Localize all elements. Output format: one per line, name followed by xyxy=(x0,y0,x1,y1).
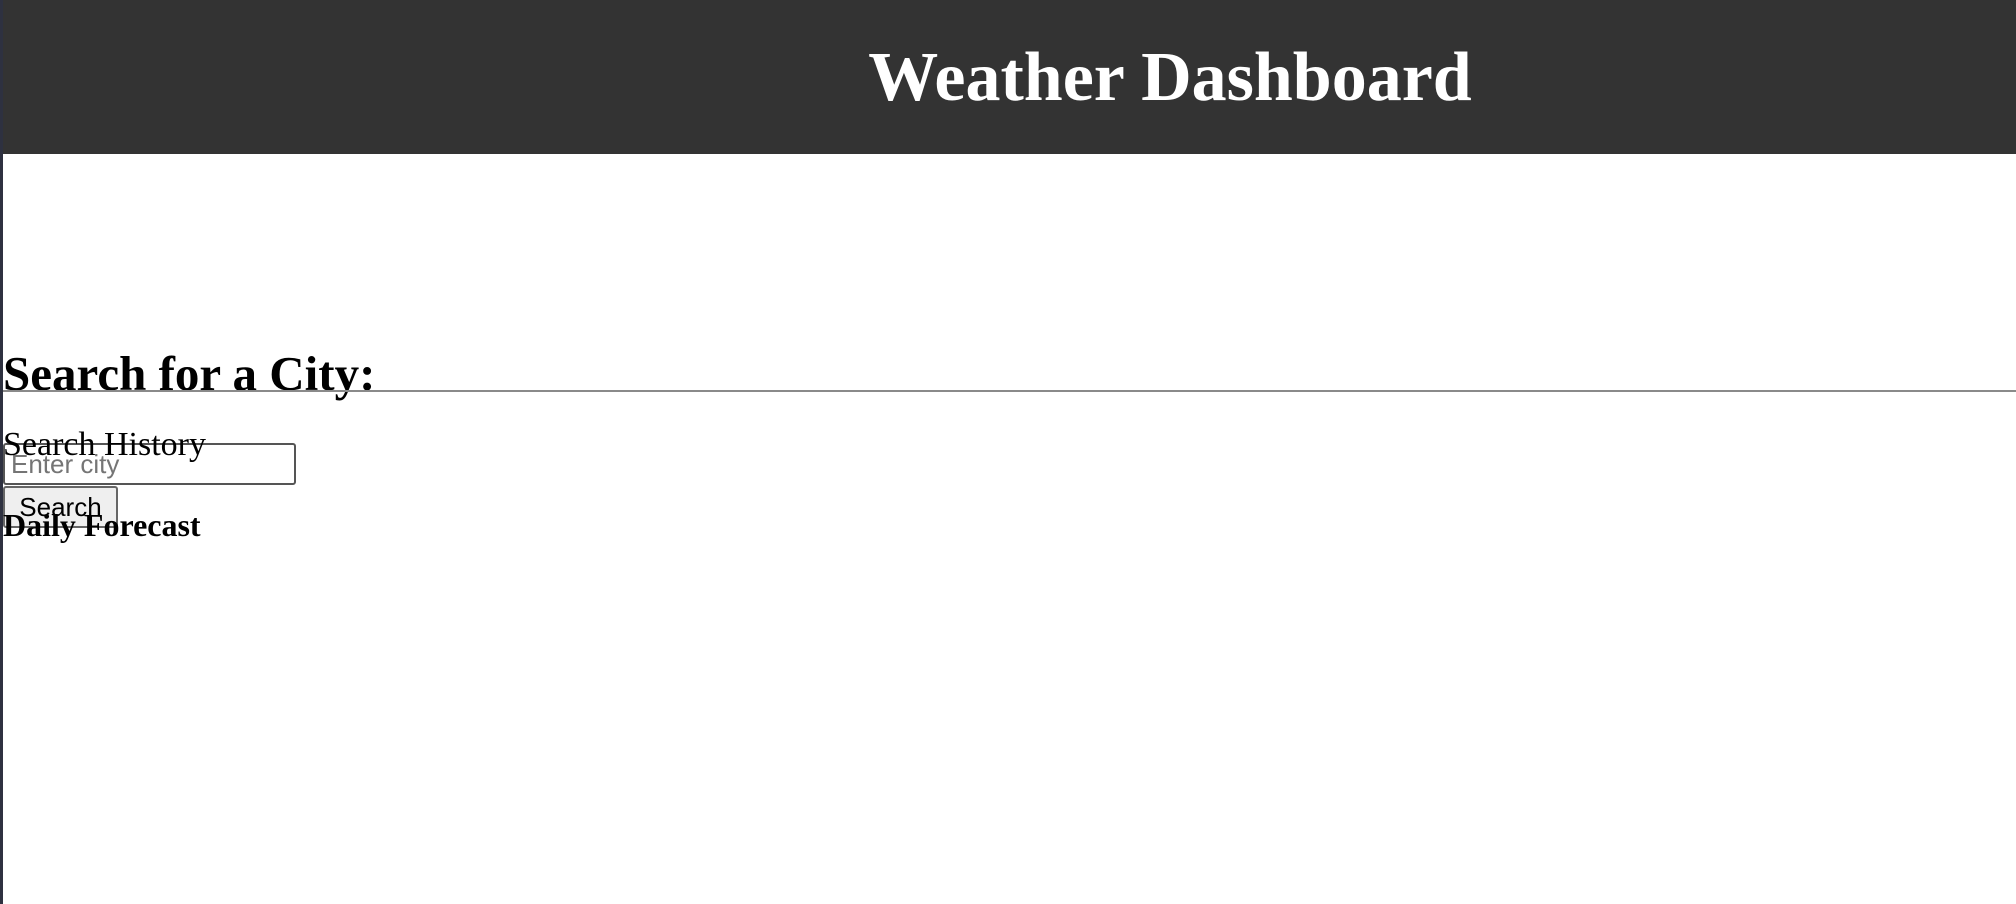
daily-forecast-heading: Daily Forecast xyxy=(3,507,201,543)
page: Weather Dashboard Search for a City: Sea… xyxy=(0,0,2016,904)
page-title: Weather Dashboard xyxy=(868,39,1472,116)
search-heading: Search for a City: xyxy=(3,346,376,401)
app-header: Weather Dashboard xyxy=(3,0,2016,154)
search-history-label: Search History xyxy=(3,426,207,463)
section-divider xyxy=(3,390,2016,392)
